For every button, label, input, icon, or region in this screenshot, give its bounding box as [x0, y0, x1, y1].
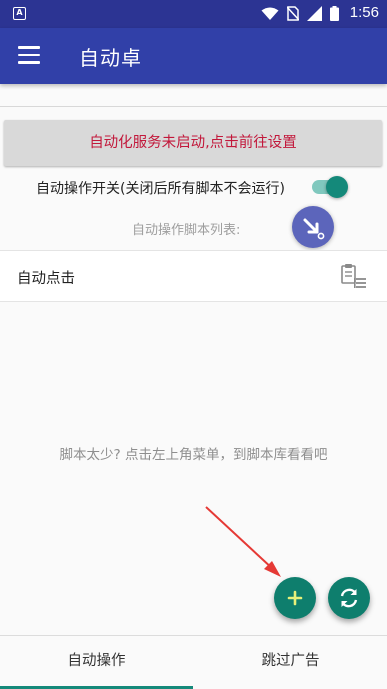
divider [0, 106, 387, 107]
app-title: 自动卓 [79, 46, 142, 70]
refresh-icon [340, 588, 358, 608]
status-icons [261, 6, 339, 21]
status-bar: A 1:56 [0, 0, 387, 28]
floating-tap-button[interactable] [292, 206, 334, 248]
switch-thumb [326, 176, 348, 198]
pointer-tap-icon [303, 218, 325, 240]
script-name: 自动点击 [17, 271, 75, 287]
list-item[interactable]: 自动点击 [0, 250, 387, 302]
edit-list-icon[interactable] [339, 262, 367, 292]
bottom-nav: 自动操作 跳过广告 [0, 635, 387, 689]
tab-auto-ops[interactable]: 自动操作 [0, 636, 193, 689]
signal-icon [307, 6, 322, 21]
status-time: 1:56 [349, 4, 379, 21]
battery-icon [330, 6, 339, 21]
hamburger-menu-icon[interactable] [18, 46, 40, 66]
empty-hint-text: 脚本太少? 点击左上角菜单，到脚本库看看吧 [59, 447, 328, 463]
plus-icon [287, 590, 303, 606]
auto-switch-toggle[interactable] [310, 176, 350, 198]
service-banner-button[interactable]: 自动化服务未启动,点击前往设置 [4, 120, 382, 166]
add-script-button[interactable] [274, 577, 316, 619]
auto-switch-label: 自动操作开关(关闭后所有脚本不会运行) [36, 181, 285, 197]
wifi-icon [261, 7, 279, 20]
no-sim-icon [287, 6, 299, 21]
script-list-title: 自动操作脚本列表: [132, 223, 241, 238]
tab-skip-ads[interactable]: 跳过广告 [194, 636, 387, 689]
app-bar: 自动卓 [0, 28, 387, 84]
notification-a-icon: A [13, 7, 26, 20]
refresh-button[interactable] [328, 577, 370, 619]
auto-switch-row: 自动操作开关(关闭后所有脚本不会运行) [0, 172, 387, 202]
